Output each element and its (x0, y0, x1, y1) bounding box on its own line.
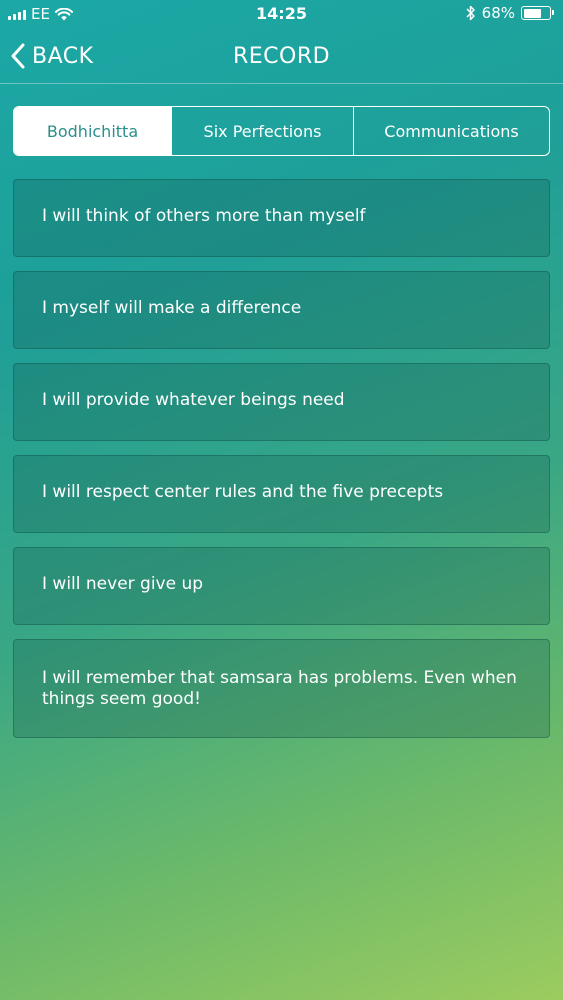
page-title: RECORD (232, 44, 331, 69)
list-item[interactable]: I myself will make a difference (13, 271, 550, 349)
tab-bodhichitta[interactable]: Bodhichitta (14, 107, 171, 155)
segmented-control: Bodhichitta Six Perfections Communicatio… (13, 106, 550, 156)
battery-level (523, 8, 541, 18)
bluetooth-icon (466, 5, 475, 21)
list-item[interactable]: I will remember that samsara has problem… (13, 639, 550, 738)
nav-bar: BACK RECORD (0, 30, 563, 84)
list-item[interactable]: I will think of others more than myself (13, 179, 550, 257)
commitment-list: I will think of others more than myself … (13, 179, 550, 752)
tab-six-perfections[interactable]: Six Perfections (171, 107, 353, 155)
list-item[interactable]: I will respect center rules and the five… (13, 455, 550, 533)
list-item[interactable]: I will provide whatever beings need (13, 363, 550, 441)
status-right: 68% (465, 4, 554, 22)
battery-icon (521, 6, 554, 20)
list-item[interactable]: I will never give up (13, 547, 550, 625)
battery-percent: 68% (481, 4, 515, 22)
status-bar: EE 14:25 68% (0, 0, 563, 30)
tab-communications[interactable]: Communications (353, 107, 549, 155)
